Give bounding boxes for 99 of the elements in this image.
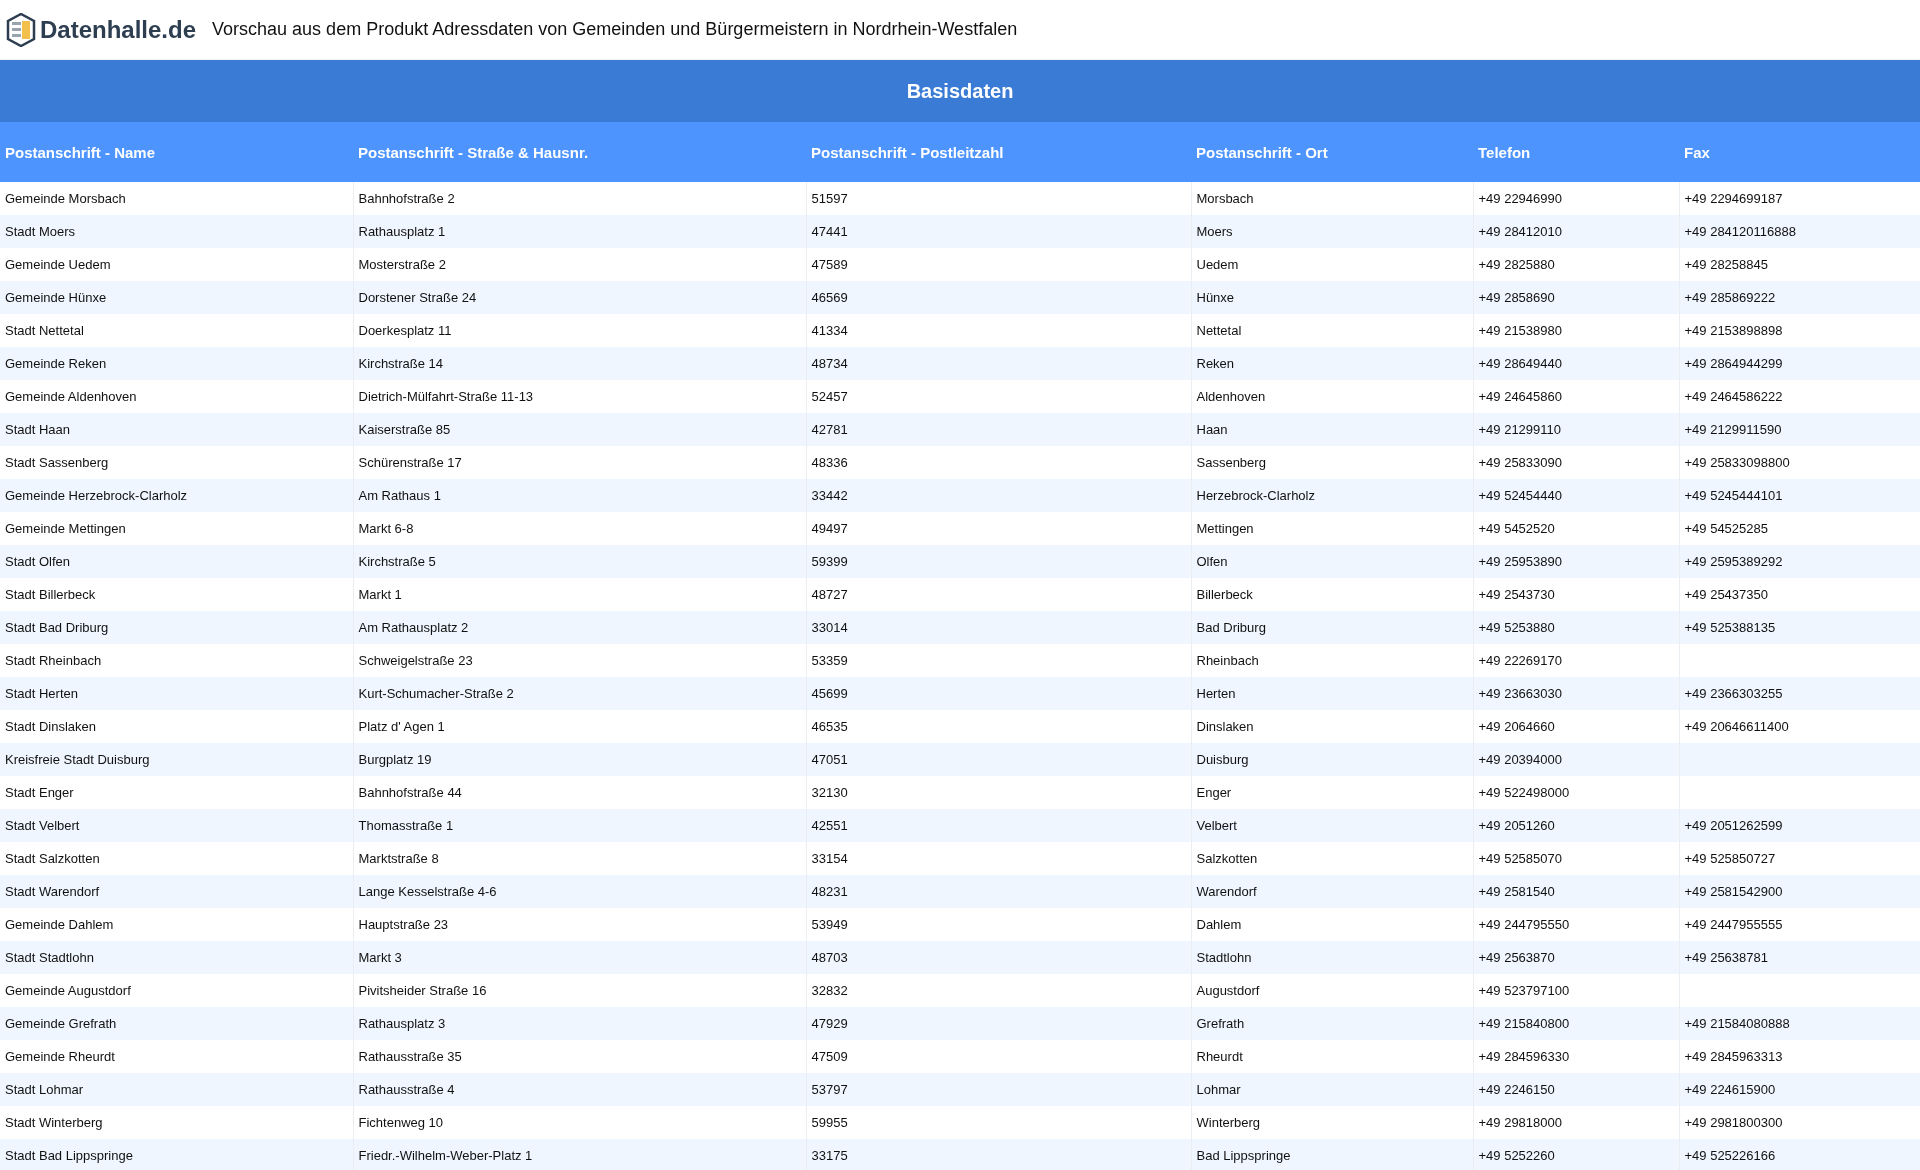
table-cell: 48734 <box>806 347 1191 380</box>
table-cell: Stadt Olfen <box>0 545 353 578</box>
table-cell: 42551 <box>806 809 1191 842</box>
table-cell: +49 21299110 <box>1473 413 1679 446</box>
table-cell: Grefrath <box>1191 1007 1473 1040</box>
table-cell: +49 28412010 <box>1473 215 1679 248</box>
table-cell: Dorstener Straße 24 <box>353 281 806 314</box>
table-cell: 59399 <box>806 545 1191 578</box>
table-cell: +49 5252260 <box>1473 1139 1679 1170</box>
table-cell: Stadt Haan <box>0 413 353 446</box>
table-cell: +49 23663030 <box>1473 677 1679 710</box>
table-cell: 47051 <box>806 743 1191 776</box>
table-cell: 47441 <box>806 215 1191 248</box>
table-cell: Herzebrock-Clarholz <box>1191 479 1473 512</box>
table-cell: Haan <box>1191 413 1473 446</box>
table-cell: +49 224615900 <box>1679 1073 1920 1106</box>
table-cell: +49 5245444101 <box>1679 479 1920 512</box>
table-cell: +49 20394000 <box>1473 743 1679 776</box>
table-cell: Stadt Bad Driburg <box>0 611 353 644</box>
table-cell: Warendorf <box>1191 875 1473 908</box>
table-cell: 48703 <box>806 941 1191 974</box>
table-cell: +49 28649440 <box>1473 347 1679 380</box>
table-cell: +49 2864944299 <box>1679 347 1920 380</box>
table-cell: Stadt Moers <box>0 215 353 248</box>
table-cell: +49 5253880 <box>1473 611 1679 644</box>
table-cell: +49 2051260 <box>1473 809 1679 842</box>
table-cell: +49 21584080888 <box>1679 1007 1920 1040</box>
table-cell: Kreisfreie Stadt Duisburg <box>0 743 353 776</box>
table-cell: +49 52454440 <box>1473 479 1679 512</box>
table-cell: Rathausstraße 4 <box>353 1073 806 1106</box>
page-title: Vorschau aus dem Produkt Adressdaten von Gemeinden und Bürgermeistern in Nordrhein-Westfalen <box>212 19 1018 40</box>
table-cell: Markt 3 <box>353 941 806 974</box>
table-cell: Kurt-Schumacher-Straße 2 <box>353 677 806 710</box>
table-cell: Reken <box>1191 347 1473 380</box>
table-cell: Friedr.-Wilhelm-Weber-Platz 1 <box>353 1139 806 1170</box>
table-cell: Kaiserstraße 85 <box>353 413 806 446</box>
table-cell: +49 2246150 <box>1473 1073 1679 1106</box>
table-cell: Stadtlohn <box>1191 941 1473 974</box>
table-cell: 33442 <box>806 479 1191 512</box>
table-cell: +49 525226166 <box>1679 1139 1920 1170</box>
table-cell: Herten <box>1191 677 1473 710</box>
logo-text[interactable]: Datenhalle.de <box>40 15 197 44</box>
table-cell: +49 285869222 <box>1679 281 1920 314</box>
table-cell: Rathausplatz 3 <box>353 1007 806 1040</box>
column-header: Telefon <box>1473 122 1679 182</box>
table-cell: Rathausplatz 1 <box>353 215 806 248</box>
table-cell: Duisburg <box>1191 743 1473 776</box>
table-cell: +49 2563870 <box>1473 941 1679 974</box>
column-header: Postanschrift - Name <box>0 122 353 182</box>
table-cell: Lange Kesselstraße 4-6 <box>353 875 806 908</box>
table-cell: Lohmar <box>1191 1073 1473 1106</box>
table-cell: Moers <box>1191 215 1473 248</box>
table-cell: 33175 <box>806 1139 1191 1170</box>
table-cell: +49 284120116888 <box>1679 215 1920 248</box>
table-cell: 48231 <box>806 875 1191 908</box>
table-cell: Olfen <box>1191 545 1473 578</box>
table-cell: Velbert <box>1191 809 1473 842</box>
table-cell: +49 2051262599 <box>1679 809 1920 842</box>
table-cell: Thomasstraße 1 <box>353 809 806 842</box>
table-cell: Stadt Velbert <box>0 809 353 842</box>
table-cell: Stadt Herten <box>0 677 353 710</box>
table-cell: Kirchstraße 14 <box>353 347 806 380</box>
table-cell: Hünxe <box>1191 281 1473 314</box>
table-cell: Kirchstraße 5 <box>353 545 806 578</box>
server-logo-icon <box>6 12 36 47</box>
table-cell: +49 25953890 <box>1473 545 1679 578</box>
table-cell: Gemeinde Hünxe <box>0 281 353 314</box>
table-cell: 45699 <box>806 677 1191 710</box>
table-cell: Stadt Lohmar <box>0 1073 353 1106</box>
table-cell: Am Rathausplatz 2 <box>353 611 806 644</box>
table-cell: Bad Driburg <box>1191 611 1473 644</box>
table-cell: +49 25638781 <box>1679 941 1920 974</box>
column-header: Fax <box>1679 122 1920 182</box>
table-cell: +49 2858690 <box>1473 281 1679 314</box>
table-cell: +49 2581542900 <box>1679 875 1920 908</box>
table-cell: 53797 <box>806 1073 1191 1106</box>
table-cell: +49 2595389292 <box>1679 545 1920 578</box>
table-cell: 46569 <box>806 281 1191 314</box>
column-header: Postanschrift - Postleitzahl <box>806 122 1191 182</box>
table-cell: Burgplatz 19 <box>353 743 806 776</box>
table-cell: +49 525388135 <box>1679 611 1920 644</box>
table-cell: Gemeinde Reken <box>0 347 353 380</box>
table-cell: +49 2581540 <box>1473 875 1679 908</box>
table-cell: Stadt Bad Lippspringe <box>0 1139 353 1170</box>
column-header: Postanschrift - Ort <box>1191 122 1473 182</box>
table-cell: 33014 <box>806 611 1191 644</box>
table-cell: Stadt Warendorf <box>0 875 353 908</box>
table-cell: +49 215840800 <box>1473 1007 1679 1040</box>
group-header: Basisdaten <box>0 60 1920 122</box>
table-cell: Bad Lippspringe <box>1191 1139 1473 1170</box>
table-cell: 47929 <box>806 1007 1191 1040</box>
table-cell: Am Rathaus 1 <box>353 479 806 512</box>
table-cell: Gemeinde Grefrath <box>0 1007 353 1040</box>
column-header: Postanschrift - Straße & Hausnr. <box>353 122 806 182</box>
table-cell: +49 2129911590 <box>1679 413 1920 446</box>
table-cell: Stadt Stadtlohn <box>0 941 353 974</box>
table-cell: Gemeinde Herzebrock-Clarholz <box>0 479 353 512</box>
table-cell: 42781 <box>806 413 1191 446</box>
table-cell: +49 2366303255 <box>1679 677 1920 710</box>
